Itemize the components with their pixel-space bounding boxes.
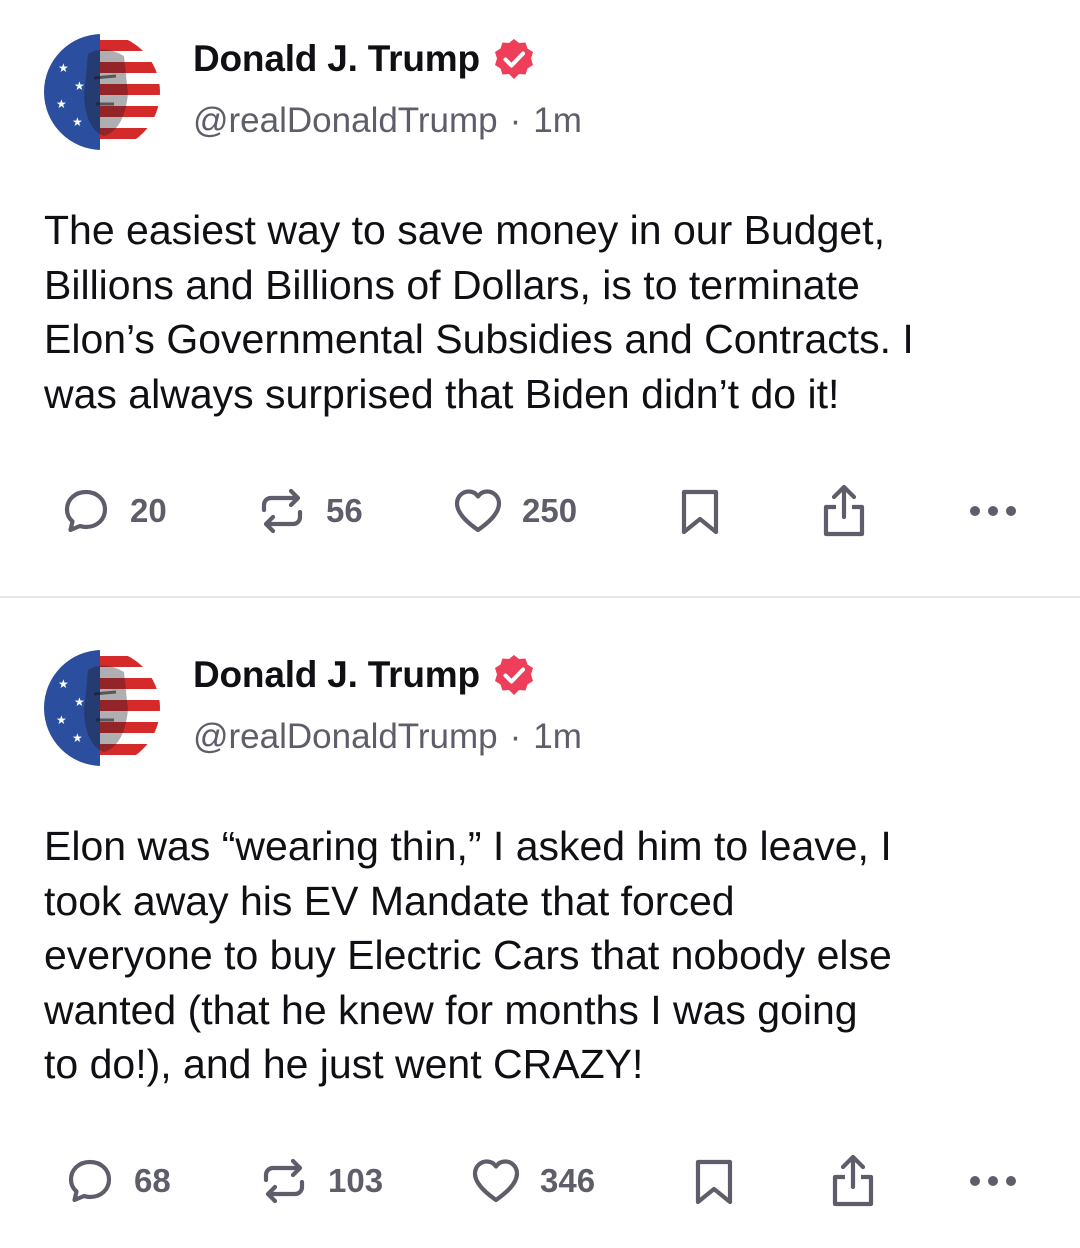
action-bar: 68 103 346 (0, 1153, 1080, 1209)
share-icon (823, 484, 865, 537)
flag-face-avatar-icon: ★ ★ ★ ★ (44, 650, 160, 766)
meta-row: @realDonaldTrump · 1m (193, 101, 582, 141)
repost-count: 103 (328, 1162, 384, 1199)
heart-icon (472, 1159, 520, 1203)
post-time[interactable]: 1m (533, 101, 582, 141)
svg-text:★: ★ (56, 713, 67, 727)
svg-text:★: ★ (74, 79, 85, 93)
repost-icon (261, 488, 303, 534)
author-row: Donald J. Trump (193, 36, 536, 82)
verified-badge-icon (492, 37, 536, 81)
author-name[interactable]: Donald J. Trump (193, 38, 480, 80)
share-icon (832, 1154, 874, 1207)
bookmark-icon (681, 489, 719, 535)
repost-button[interactable]: 103 (256, 1153, 383, 1209)
like-count: 250 (522, 492, 578, 529)
more-button[interactable] (965, 1153, 1021, 1209)
flag-face-avatar-icon: ★ ★ ★ ★ (44, 34, 160, 150)
svg-text:★: ★ (58, 61, 69, 75)
like-button[interactable]: 250 (450, 483, 577, 539)
post-text: The easiest way to save money in our Bud… (44, 207, 914, 417)
meta-separator: · (509, 717, 522, 756)
repost-count: 56 (326, 492, 363, 529)
author-handle[interactable]: @realDonaldTrump (193, 717, 498, 757)
avatar[interactable]: ★ ★ ★ ★ (44, 34, 160, 150)
svg-text:★: ★ (74, 695, 85, 709)
more-button[interactable] (965, 483, 1021, 539)
like-count: 346 (540, 1162, 596, 1199)
meta-row: @realDonaldTrump · 1m (193, 717, 582, 757)
repost-icon (263, 1158, 305, 1204)
svg-text:★: ★ (56, 97, 67, 111)
bookmark-icon (695, 1159, 733, 1205)
action-bar: 20 56 250 (0, 483, 1080, 539)
reply-button[interactable]: 20 (58, 483, 167, 539)
reply-icon (64, 489, 108, 533)
avatar[interactable]: ★ ★ ★ ★ (44, 650, 160, 766)
like-button[interactable]: 346 (468, 1153, 595, 1209)
share-button[interactable] (825, 1153, 881, 1209)
repost-button[interactable]: 56 (254, 483, 363, 539)
author-handle[interactable]: @realDonaldTrump (193, 101, 498, 141)
author-row: Donald J. Trump (193, 652, 536, 698)
more-icon (970, 506, 1016, 516)
meta-separator: · (509, 101, 522, 140)
verified-badge-icon (492, 653, 536, 697)
reply-button[interactable]: 68 (62, 1153, 171, 1209)
heart-icon (454, 489, 502, 533)
reply-count: 20 (130, 492, 167, 529)
post-time[interactable]: 1m (533, 717, 582, 757)
author-name[interactable]: Donald J. Trump (193, 654, 480, 696)
bookmark-button[interactable] (672, 483, 728, 539)
bookmark-button[interactable] (686, 1153, 742, 1209)
reply-count: 68 (134, 1162, 171, 1199)
svg-text:★: ★ (72, 731, 83, 745)
post[interactable]: ★ ★ ★ ★ Donald J. Trump @realDonaldTrump… (0, 598, 1080, 1248)
more-icon (970, 1176, 1016, 1186)
reply-icon (68, 1159, 112, 1203)
post-text: Elon was “wearing thin,” I asked him to … (44, 823, 892, 1087)
svg-text:★: ★ (72, 115, 83, 129)
post[interactable]: ★ ★ ★ ★ Donald J. Trump @realDonaldTrump… (0, 0, 1080, 596)
share-button[interactable] (816, 483, 872, 539)
svg-text:★: ★ (58, 677, 69, 691)
